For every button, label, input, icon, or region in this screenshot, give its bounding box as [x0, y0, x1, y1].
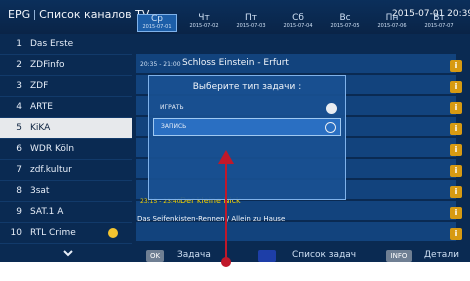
info-icon[interactable]: i [450, 60, 462, 72]
day-name: Вт [433, 13, 445, 23]
channel-row[interactable]: 9 SAT.1 A [0, 202, 132, 223]
channel-list: 1 Das Erste 2 ZDFinfo 3 ZDF 4 ARTE 5 KiK… [0, 34, 132, 262]
day-tab-5[interactable]: Пн 2015-07-06 [372, 14, 412, 32]
epg-screen: EPGСписок каналов TV 2015-07-01 20:39:32… [0, 0, 470, 262]
page-title: EPG Список каналов TV [8, 8, 149, 21]
day-tab-4[interactable]: Вс 2015-07-05 [325, 14, 365, 32]
info-icon[interactable]: i [450, 144, 462, 156]
blue-key[interactable] [258, 250, 276, 262]
info-key-label: Детали [424, 250, 459, 260]
option-record[interactable]: ЗАПИСЬ [153, 118, 341, 136]
channel-number: 4 [16, 102, 22, 112]
option-label: ИГРАТЬ [160, 104, 184, 111]
channel-number: 1 [16, 39, 22, 49]
channel-name: zdf.kultur [30, 165, 72, 175]
day-date: 2015-07-03 [236, 23, 266, 29]
channel-number: 6 [16, 144, 22, 154]
day-name: Вс [339, 13, 351, 23]
channel-list-title: Список каналов TV [39, 8, 150, 21]
info-icon[interactable]: i [450, 123, 462, 135]
dialog-title: Выберите тип задачи : [192, 82, 302, 92]
channel-row[interactable]: 6 WDR Köln [0, 139, 132, 160]
program-title[interactable]: Das Seifenkisten-Rennen / Allein zu Haus… [137, 215, 285, 223]
channel-name: WDR Köln [30, 144, 75, 154]
day-date: 2015-07-01 [142, 24, 172, 30]
info-icon[interactable]: i [450, 102, 462, 114]
channel-number: 10 [10, 228, 22, 238]
info-icon[interactable]: i [450, 186, 462, 198]
channel-row[interactable]: 10 RTL Crime [0, 223, 132, 244]
channel-row-selected[interactable]: 5 KiKA [0, 118, 132, 139]
channel-number: 8 [16, 186, 22, 196]
day-date: 2015-07-02 [189, 23, 219, 29]
day-name: Ср [151, 14, 163, 24]
channel-name: ARTE [30, 102, 53, 112]
channel-row[interactable]: 2 ZDFinfo [0, 55, 132, 76]
day-name: Чт [198, 13, 210, 23]
info-icon[interactable]: i [450, 228, 462, 240]
channel-row[interactable]: 7 zdf.kultur [0, 160, 132, 181]
channel-row[interactable]: 8 3sat [0, 181, 132, 202]
day-date: 2015-07-04 [283, 23, 313, 29]
task-type-dialog: Выберите тип задачи : ИГРАТЬ ЗАПИСЬ [148, 75, 346, 200]
channel-name: 3sat [30, 186, 50, 196]
info-icon[interactable]: i [450, 207, 462, 219]
program-row[interactable] [136, 222, 456, 242]
day-tab-1[interactable]: Чт 2015-07-02 [184, 14, 224, 32]
day-name: Пн [385, 13, 399, 23]
day-name: Пт [244, 13, 257, 23]
day-tab-2[interactable]: Пт 2015-07-03 [231, 14, 271, 32]
channel-name: Das Erste [30, 39, 74, 49]
day-name: Сб [292, 13, 304, 23]
info-icon[interactable]: i [450, 165, 462, 177]
day-date: 2015-07-05 [330, 23, 360, 29]
header-bar: EPGСписок каналов TV 2015-07-01 20:39:32… [0, 0, 470, 34]
day-tab-6[interactable]: Вт 2015-07-07 [419, 14, 459, 32]
channel-name: ZDFinfo [30, 60, 65, 70]
option-label: ЗАПИСЬ [161, 123, 187, 130]
day-tab-3[interactable]: Сб 2015-07-04 [278, 14, 318, 32]
channel-name: KiKA [30, 123, 51, 133]
favorite-dot-icon [108, 228, 118, 238]
option-play[interactable]: ИГРАТЬ [153, 100, 341, 118]
channel-name: SAT.1 A [30, 207, 64, 217]
channel-row[interactable]: 3 ZDF [0, 76, 132, 97]
program-title[interactable]: Schloss Einstein - Erfurt [182, 58, 289, 68]
footer-bar: OK Задача Список задач INFO Детали [0, 242, 470, 262]
channel-name: RTL Crime [30, 228, 76, 238]
day-date: 2015-07-07 [424, 23, 454, 29]
channel-number: 5 [16, 123, 22, 133]
radio-icon[interactable] [326, 103, 337, 114]
channel-number: 3 [16, 81, 22, 91]
channel-row[interactable]: 4 ARTE [0, 97, 132, 118]
radio-icon[interactable] [325, 122, 336, 133]
channel-name: ZDF [30, 81, 49, 91]
info-badges: i i i i i i i i i [450, 58, 470, 243]
channel-row[interactable]: 1 Das Erste [0, 34, 132, 55]
info-icon[interactable]: i [450, 81, 462, 93]
ok-key[interactable]: OK [146, 250, 164, 262]
app-label: EPG [8, 8, 31, 21]
day-tab-0[interactable]: Ср 2015-07-01 [137, 14, 177, 32]
annotation-line [225, 160, 227, 261]
channel-number: 7 [16, 165, 22, 175]
channel-number: 2 [16, 60, 22, 70]
program-time: 20:35 - 21:00 [140, 61, 181, 68]
annotation-dot-icon [221, 257, 231, 267]
info-key[interactable]: INFO [386, 250, 412, 262]
day-date: 2015-07-06 [377, 23, 407, 29]
ok-key-label: Задача [177, 250, 211, 260]
blue-key-label: Список задач [292, 250, 357, 260]
day-tabs: Ср 2015-07-01 Чт 2015-07-02 Пт 2015-07-0… [137, 14, 470, 32]
channel-number: 9 [16, 207, 22, 217]
title-divider [34, 10, 36, 20]
